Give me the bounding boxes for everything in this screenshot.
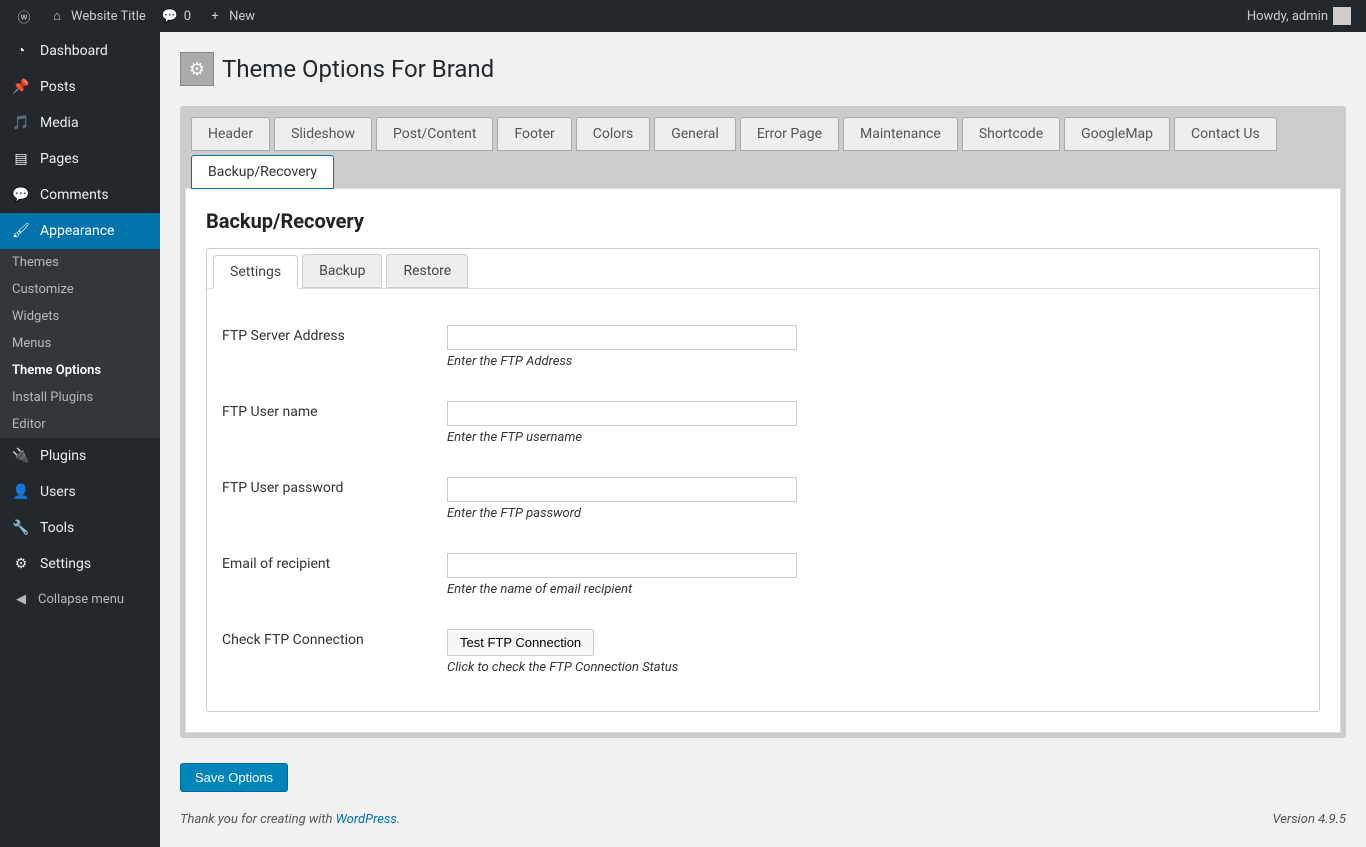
plus-icon: + <box>206 9 224 24</box>
wordpress-icon: ⓦ <box>15 7 33 26</box>
admin-bar: ⓦ ⌂Website Title 💬0 +New Howdy, admin <box>0 0 1366 32</box>
tab-header[interactable]: Header <box>191 117 270 151</box>
wrench-icon: 🔧 <box>12 520 30 536</box>
hint-check: Click to check the FTP Connection Status <box>447 660 1304 675</box>
brush-icon: 🖌 <box>12 223 30 239</box>
submenu-themes[interactable]: Themes <box>0 249 160 276</box>
submenu-install-plugins[interactable]: Install Plugins <box>0 384 160 411</box>
input-email[interactable] <box>447 553 797 578</box>
subtab-settings[interactable]: Settings <box>213 255 298 289</box>
hint-email: Enter the name of email recipient <box>447 582 1304 597</box>
menu-plugins[interactable]: 🔌Plugins <box>0 438 160 474</box>
options-panel: Header Slideshow Post/Content Footer Col… <box>180 106 1346 738</box>
subtabs-box: Settings Backup Restore FTP Server Addre… <box>206 248 1320 712</box>
wp-logo[interactable]: ⓦ <box>15 7 33 26</box>
sliders-icon: ⚙ <box>12 556 30 572</box>
menu-settings[interactable]: ⚙Settings <box>0 546 160 582</box>
tab-footer[interactable]: Footer <box>497 117 571 151</box>
tab-maintenance[interactable]: Maintenance <box>843 117 958 151</box>
media-icon: 🎵 <box>12 115 30 131</box>
dashboard-icon: ◔ <box>12 42 30 59</box>
hint-server: Enter the FTP Address <box>447 354 1304 369</box>
admin-sidebar: ◔Dashboard 📌Posts 🎵Media ▤Pages 💬Comment… <box>0 32 160 847</box>
label-server: FTP Server Address <box>222 325 447 369</box>
main-content: ⚙ Theme Options For Brand Header Slidesh… <box>160 32 1366 847</box>
menu-pages[interactable]: ▤Pages <box>0 141 160 177</box>
site-link[interactable]: ⌂ Website Title <box>48 8 146 24</box>
tab-colors[interactable]: Colors <box>576 117 650 151</box>
tab-general[interactable]: General <box>654 117 736 151</box>
user-icon: 👤 <box>12 484 30 500</box>
tab-post[interactable]: Post/Content <box>376 117 493 151</box>
submenu-customize[interactable]: Customize <box>0 276 160 303</box>
page-title: Theme Options For Brand <box>222 55 494 83</box>
footer: Thank you for creating with WordPress. V… <box>180 792 1346 827</box>
input-server[interactable] <box>447 325 797 350</box>
test-connection-button[interactable]: Test FTP Connection <box>447 629 594 656</box>
tab-error[interactable]: Error Page <box>740 117 839 151</box>
pages-icon: ▤ <box>12 151 30 167</box>
menu-tools[interactable]: 🔧Tools <box>0 510 160 546</box>
footer-version: Version 4.9.5 <box>1272 812 1346 827</box>
user-greeting-link[interactable]: Howdy, admin <box>1247 7 1351 25</box>
menu-posts[interactable]: 📌Posts <box>0 69 160 105</box>
collapse-icon: ◀ <box>12 592 30 607</box>
input-user[interactable] <box>447 401 797 426</box>
pin-icon: 📌 <box>12 79 30 95</box>
label-check: Check FTP Connection <box>222 629 447 675</box>
options-icon: ⚙ <box>180 52 214 86</box>
comments-link[interactable]: 💬0 <box>161 9 191 24</box>
subtab-restore[interactable]: Restore <box>386 254 468 288</box>
comments-count: 0 <box>184 9 191 24</box>
page-header: ⚙ Theme Options For Brand <box>180 52 1346 86</box>
submenu-widgets[interactable]: Widgets <box>0 303 160 330</box>
submenu-theme-options[interactable]: Theme Options <box>0 357 160 384</box>
menu-comments[interactable]: 💬Comments <box>0 177 160 213</box>
avatar-icon <box>1333 7 1351 25</box>
footer-thanks: Thank you for creating with <box>180 812 336 827</box>
tab-shortcode[interactable]: Shortcode <box>962 117 1060 151</box>
submenu-appearance: Themes Customize Widgets Menus Theme Opt… <box>0 249 160 438</box>
collapse-menu[interactable]: ◀Collapse menu <box>0 582 160 617</box>
label-user: FTP User name <box>222 401 447 445</box>
wordpress-link[interactable]: WordPress <box>336 812 397 827</box>
site-title: Website Title <box>71 9 146 24</box>
menu-users[interactable]: 👤Users <box>0 474 160 510</box>
tab-googlemap[interactable]: GoogleMap <box>1064 117 1170 151</box>
home-icon: ⌂ <box>48 8 66 24</box>
new-link[interactable]: + New <box>206 9 255 24</box>
greeting: Howdy, admin <box>1247 9 1328 24</box>
comment-icon: 💬 <box>12 187 30 203</box>
tab-backup[interactable]: Backup/Recovery <box>191 155 334 189</box>
submenu-menus[interactable]: Menus <box>0 330 160 357</box>
new-label: New <box>229 9 255 24</box>
input-pass[interactable] <box>447 477 797 502</box>
plug-icon: 🔌 <box>12 448 30 464</box>
tab-contact[interactable]: Contact Us <box>1174 117 1277 151</box>
menu-media[interactable]: 🎵Media <box>0 105 160 141</box>
menu-appearance[interactable]: 🖌Appearance <box>0 213 160 249</box>
subtabs: Settings Backup Restore <box>207 248 1319 289</box>
section-title: Backup/Recovery <box>206 209 1320 233</box>
hint-pass: Enter the FTP password <box>447 506 1304 521</box>
submenu-editor[interactable]: Editor <box>0 411 160 438</box>
tab-slideshow[interactable]: Slideshow <box>274 117 372 151</box>
label-email: Email of recipient <box>222 553 447 597</box>
tabs: Header Slideshow Post/Content Footer Col… <box>185 111 1341 189</box>
label-pass: FTP User password <box>222 477 447 521</box>
comment-icon: 💬 <box>161 9 179 24</box>
subtab-backup[interactable]: Backup <box>302 254 382 288</box>
settings-form: FTP Server Address Enter the FTP Address… <box>207 289 1319 711</box>
save-options-button[interactable]: Save Options <box>180 763 288 792</box>
menu-dashboard[interactable]: ◔Dashboard <box>0 32 160 69</box>
hint-user: Enter the FTP username <box>447 430 1304 445</box>
tab-content: Backup/Recovery Settings Backup Restore … <box>185 188 1341 733</box>
